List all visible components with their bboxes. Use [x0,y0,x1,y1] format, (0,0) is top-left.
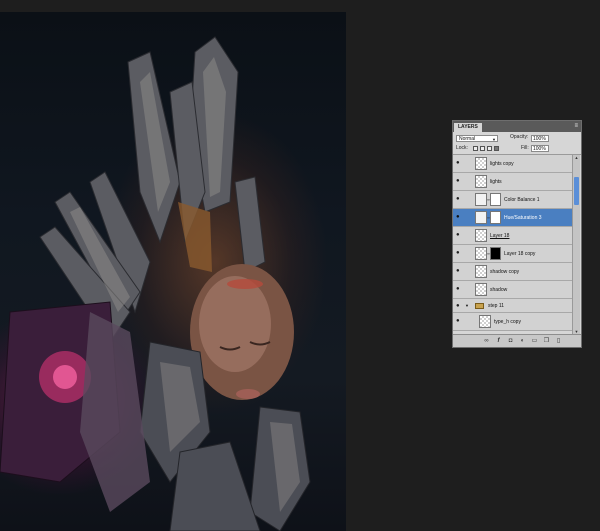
opacity-label: Opacity: [510,134,529,140]
layer-row-layer-18[interactable]: ● Layer 18 [453,227,572,245]
hue-icon [475,211,487,224]
layer-row-lights-copy[interactable]: ● lights copy [453,155,572,173]
artwork-canvas [0,12,346,531]
layer-name: type_h copy [494,319,521,325]
tab-layers[interactable]: LAYERS [454,123,482,132]
opacity-field[interactable]: 100% [531,135,549,142]
panel-menu-icon[interactable]: ≡ [574,123,578,130]
blend-mode-value: Normal [459,136,476,142]
layer-thumbnail [475,175,487,188]
layer-mask-thumbnail [490,211,501,224]
layer-mask-thumbnail [490,193,501,206]
eye-icon[interactable]: ● [456,286,462,292]
layer-name: lights copy [490,161,514,167]
layer-name: Layer 18 [490,233,510,239]
layer-name: Hue/Saturation 3 [504,215,542,221]
lock-all-icon[interactable] [494,146,499,151]
new-layer-icon[interactable]: ❐ [543,338,550,344]
panel-tabbar: LAYERS ≡ [453,121,581,132]
artwork-illustration [0,36,311,531]
mask-icon[interactable]: ◘ [507,338,514,344]
chevron-down-icon[interactable]: ▼ [465,303,469,308]
scroll-up-icon[interactable]: ▲ [573,155,580,161]
fx-icon[interactable]: f [495,338,502,344]
lock-position-icon[interactable] [487,146,492,151]
eye-icon[interactable]: ● [456,232,462,238]
layer-row-color-balance[interactable]: ● ∞ Color Balance 1 [453,191,572,209]
folder-icon [475,303,484,309]
layer-mask-thumbnail [490,247,501,260]
layer-thumbnail [475,229,487,242]
layer-name: Color Balance 1 [504,197,540,203]
layer-row-shadow[interactable]: ● shadow [453,281,572,299]
eye-icon[interactable]: ● [456,160,462,166]
layers-bottom-toolbar: ∞ f ◘ ◐ ▭ ❐ ▯ [453,334,581,347]
layer-row-hue-saturation[interactable]: ● ∞ Hue/Saturation 3 [453,209,572,227]
blend-mode-select[interactable]: Normal ▼ [456,135,498,142]
layer-row-group-step-11[interactable]: ● ▼ step 11 [453,299,572,313]
eye-icon[interactable]: ● [456,196,462,202]
folder-icon[interactable]: ▭ [531,338,538,344]
layer-name: shadow copy [490,269,520,275]
lock-transparent-icon[interactable] [473,146,478,151]
adjustment-icon[interactable]: ◐ [519,338,526,344]
layer-thumbnail [475,265,487,278]
trash-icon[interactable]: ▯ [555,338,562,344]
layer-row-lights[interactable]: ● lights [453,173,572,191]
layer-name: lights [490,179,502,185]
fill-label: Fill: [521,145,529,151]
layer-row-type-h-copy[interactable]: ● type_h copy [453,313,572,331]
layer-options: Normal ▼ Opacity: 100% Lock: Fill: 100% [453,132,581,155]
layer-row-shadow-copy[interactable]: ● shadow copy [453,263,572,281]
layer-name: Layer 18 copy [504,251,536,257]
layer-thumbnail [475,247,487,260]
layers-panel: LAYERS ≡ Normal ▼ Opacity: 100% Lock: Fi… [452,120,582,348]
eye-icon[interactable]: ● [456,178,462,184]
eye-icon[interactable]: ● [456,268,462,274]
eye-icon[interactable]: ● [456,318,462,324]
eye-icon[interactable]: ● [456,303,462,309]
layer-thumbnail [475,157,487,170]
layer-thumbnail [475,283,487,296]
link-icon[interactable]: ∞ [483,338,490,344]
layers-scrollbar[interactable]: ▲ ▼ [572,155,580,335]
balance-icon [475,193,487,206]
fill-field[interactable]: 100% [531,145,549,152]
layers-list: ● lights copy ● lights ● ∞ Color Balance… [453,155,572,335]
layer-row-layer-18-copy[interactable]: ● ∞ Layer 18 copy [453,245,572,263]
lock-pixels-icon[interactable] [480,146,485,151]
lock-label: Lock: [456,145,468,151]
scrollbar-thumb[interactable] [574,177,579,205]
layer-thumbnail [479,315,491,328]
layer-name: shadow [490,287,508,293]
eye-icon[interactable]: ● [456,250,462,256]
eye-icon[interactable]: ● [456,214,462,220]
chevron-down-icon: ▼ [492,137,496,142]
layer-name: step 11 [488,303,505,309]
